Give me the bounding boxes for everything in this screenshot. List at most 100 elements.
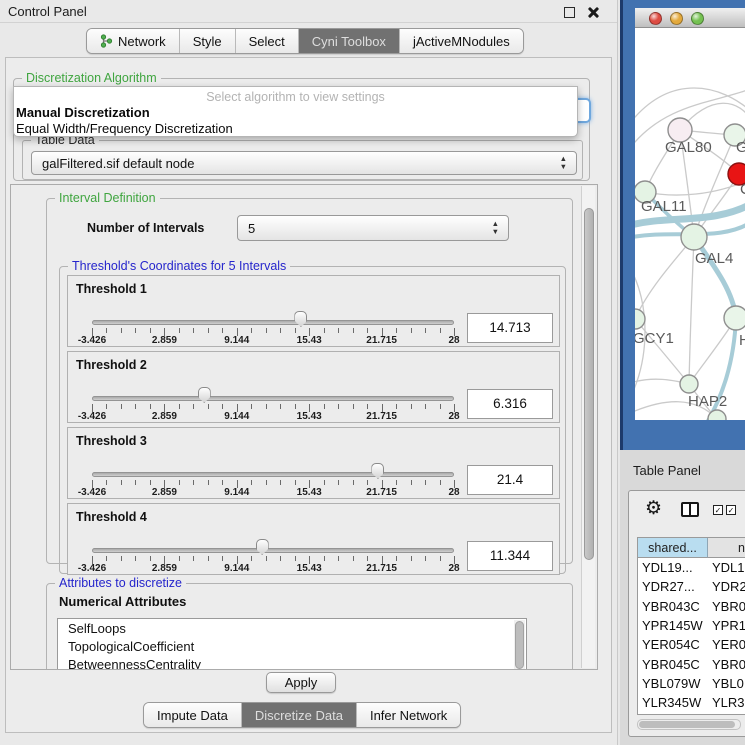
network-window-titlebar[interactable] (635, 8, 745, 28)
table-row[interactable]: YBR043CYBR0 (638, 598, 745, 617)
network-node-h-node[interactable] (724, 306, 745, 330)
attribute-list-item[interactable]: TopologicalCoefficient (58, 637, 526, 655)
network-node-hap2[interactable] (680, 375, 698, 393)
cell-shared-name: YLR345W (642, 695, 706, 710)
close-traffic-light[interactable] (649, 12, 662, 25)
checkbox-icon[interactable]: ✓ (726, 505, 736, 515)
tab-style[interactable]: Style (180, 29, 236, 53)
threshold-panel: Threshold 2-3.4262.8599.14415.4321.71528… (67, 351, 560, 423)
slider-tick (179, 328, 180, 333)
tab-network[interactable]: Network (87, 29, 180, 53)
table-row[interactable]: YBR045CYBR0 (638, 656, 745, 675)
control-panel: Control Panel Network Style SelectCyni Too… (0, 0, 618, 745)
threshold-label: Threshold 3 (76, 434, 147, 448)
threshold-value-field[interactable]: 21.4 (467, 465, 553, 495)
slider-tick (425, 556, 426, 561)
threshold-slider-track[interactable] (92, 320, 454, 325)
slider-tick (338, 404, 339, 409)
cell-shared-name: YDL19... (642, 560, 706, 575)
cell-shared-name: YPR145W (642, 618, 706, 633)
network-node-label: GCY1 (635, 330, 674, 347)
tab-label: Network (118, 34, 166, 49)
num-intervals-spinner[interactable]: 5 ▲▼ (237, 215, 509, 241)
table-row[interactable]: YER054CYER0 (638, 636, 745, 655)
table-row[interactable]: YBL079WYBL0 (638, 675, 745, 694)
slider-tick (411, 480, 412, 485)
slider-tick-label: 9.144 (207, 487, 267, 498)
threshold-value-field[interactable]: 14.713 (467, 313, 553, 343)
slider-tick (367, 328, 368, 333)
tab-infer-network[interactable]: Infer Network (357, 703, 460, 727)
threshold-slider-track[interactable] (92, 548, 454, 553)
checkbox-icon[interactable]: ✓ (713, 505, 723, 515)
table-data-combo[interactable]: galFiltered.sif default node ▲▼ (31, 151, 577, 175)
table-panel: ⚙ ✓ ✓ shared...nYDL19...YDL1YDR27...YDR2… (628, 490, 745, 737)
slider-tick-label: -3.426 (62, 411, 122, 422)
table-row[interactable]: YIL052CYIL0 (638, 713, 745, 715)
algorithm-option[interactable]: Manual Discretization (16, 105, 150, 120)
table-row[interactable]: YDL19...YDL1 (638, 559, 745, 578)
slider-tick-label: -3.426 (62, 335, 122, 346)
tab-select[interactable]: Select (236, 29, 299, 53)
attribute-list-item[interactable]: SelfLoops (58, 619, 526, 637)
close-icon[interactable] (587, 7, 598, 18)
zoom-traffic-light[interactable] (691, 12, 704, 25)
slider-tick-label: 15.43 (279, 411, 339, 422)
tab-discretize-data[interactable]: Discretize Data (242, 703, 357, 727)
settings-scroll-area: Interval Definition Number of Intervals … (10, 184, 598, 670)
slider-tick (280, 556, 281, 561)
slider-tick (222, 480, 223, 485)
slider-tick (324, 556, 325, 561)
network-edge (635, 88, 745, 123)
algorithm-option[interactable]: Equal Width/Frequency Discretization (16, 121, 233, 136)
slider-tick (338, 480, 339, 485)
threshold-value-field[interactable]: 11.344 (467, 541, 553, 571)
slider-tick (367, 556, 368, 561)
minimize-traffic-light[interactable] (670, 12, 683, 25)
table-columns-icon[interactable] (681, 502, 699, 517)
table-row[interactable]: YDR27...YDR2 (638, 578, 745, 597)
tab-cyni-toolbox[interactable]: Cyni Toolbox (299, 29, 400, 53)
gear-icon[interactable]: ⚙ (645, 497, 662, 520)
apply-button[interactable]: Apply (266, 672, 336, 693)
slider-tick (324, 328, 325, 333)
slider-tick (353, 404, 354, 409)
tab-impute-data[interactable]: Impute Data (144, 703, 242, 727)
table-horizontal-scrollbar[interactable] (637, 719, 741, 730)
control-panel-titlebar: Control Panel (0, 0, 617, 23)
tab-jactivemnodules[interactable]: jActiveMNodules (400, 29, 523, 53)
algorithm-popup-hint: Select algorithm to view settings (14, 90, 577, 104)
slider-tick (222, 404, 223, 409)
slider-tick (208, 480, 209, 485)
network-node-label: GAL4 (695, 250, 733, 267)
threshold-panel: Threshold 3-3.4262.8599.14415.4321.71528… (67, 427, 560, 499)
attribute-list-item[interactable]: BetweennessCentrality (58, 655, 526, 670)
cell-name: YBR0 (712, 657, 745, 672)
threshold-value-field[interactable]: 6.316 (467, 389, 553, 419)
slider-tick (106, 556, 107, 561)
settings-vertical-scrollbar[interactable] (581, 186, 595, 668)
network-node-gal4[interactable] (681, 224, 707, 250)
tab-label: Infer Network (370, 708, 447, 723)
table-row[interactable]: YLR345W YLR3 (638, 694, 745, 713)
table-data-combo-value: galFiltered.sif default node (42, 156, 194, 171)
cell-name: YLR3 (712, 695, 745, 710)
threshold-label: Threshold 2 (76, 358, 147, 372)
column-header-name[interactable]: n (708, 538, 745, 558)
attributes-scrollbar[interactable] (514, 620, 525, 670)
discretization-algorithm-title: Discretization Algorithm (22, 71, 161, 85)
threshold-slider-track[interactable] (92, 396, 454, 401)
table-row[interactable]: YPR145WYPR1 (638, 617, 745, 636)
slider-tick (324, 404, 325, 409)
tab-label: Style (193, 34, 222, 49)
slider-tick (440, 328, 441, 333)
column-header-shared-name[interactable]: shared... (638, 538, 708, 558)
slider-tick (135, 404, 136, 409)
float-window-icon[interactable] (564, 7, 575, 18)
slider-tick (179, 556, 180, 561)
cell-name: YIL0 (712, 714, 739, 715)
network-canvas[interactable]: GAL80GACGAL11GAL4GCY1HHAP2 (635, 28, 745, 420)
threshold-slider-track[interactable] (92, 472, 454, 477)
slider-tick (295, 480, 296, 485)
slider-tick-label: 21.715 (352, 335, 412, 346)
